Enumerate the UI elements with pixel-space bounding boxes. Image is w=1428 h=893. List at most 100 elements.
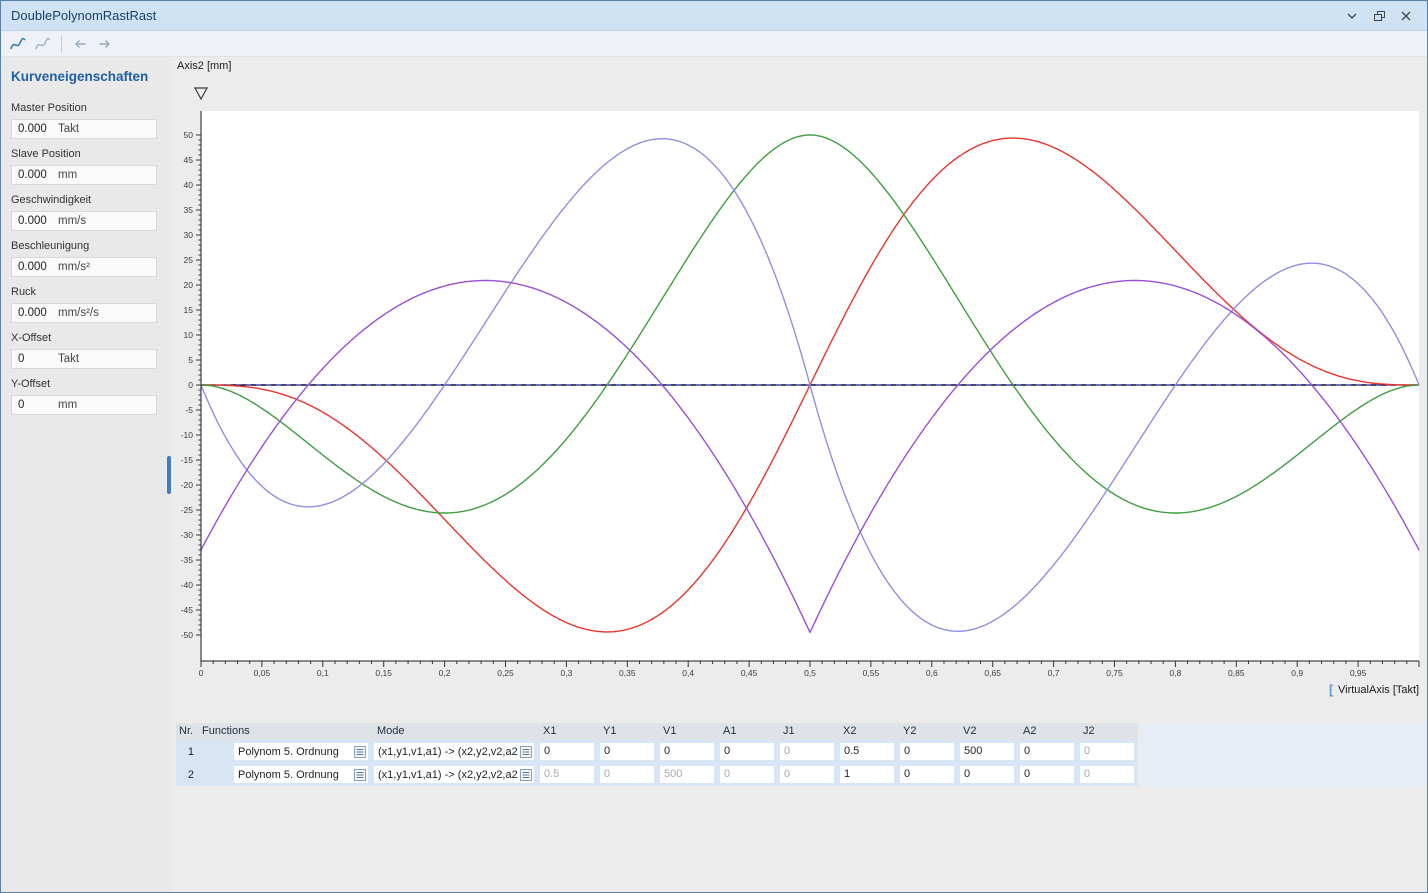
cam-chart: -50-45-40-35-30-25-20-15-10-505101520253… — [171, 57, 1428, 707]
master-position-input[interactable]: 0.000 Takt — [11, 119, 157, 139]
col-header-v2: V2 — [958, 723, 1018, 740]
slave-position-value: 0.000 — [18, 169, 52, 181]
row2-j2-input: 0 — [1080, 766, 1134, 783]
slave-position-label: Slave Position — [11, 148, 163, 160]
row1-v1-input[interactable]: 0 — [660, 743, 714, 760]
row1-y1-input[interactable]: 0 — [600, 743, 654, 760]
row1-a2-input[interactable]: 0 — [1020, 743, 1074, 760]
segments-table: Nr. Functions Mode X1 Y1 V1 A1 J1 X2 Y2 … — [176, 723, 1426, 786]
curve-tool-1-button[interactable] — [7, 33, 29, 55]
y-axis-title: Axis2 [mm] — [177, 60, 231, 72]
x-tick-label: 0,75 — [1106, 668, 1123, 678]
y-tick-label: -5 — [185, 405, 193, 415]
col-header-y2: Y2 — [898, 723, 958, 740]
velocity-label: Geschwindigkeit — [11, 194, 163, 206]
row2-v2-input[interactable]: 0 — [960, 766, 1014, 783]
y-tick-label: 35 — [184, 205, 194, 215]
row2-nr: 2 — [176, 763, 200, 786]
field-acceleration: Beschleunigung 0.000 mm/s² — [11, 240, 163, 277]
y-tick-label: 10 — [184, 330, 194, 340]
field-x-offset: X-Offset 0 Takt — [11, 332, 163, 369]
slave-position-unit: mm — [58, 169, 77, 181]
splitter-handle[interactable] — [167, 456, 171, 494]
y-offset-input[interactable]: 0 mm — [11, 395, 157, 415]
row1-v2-input[interactable]: 500 — [960, 743, 1014, 760]
x-tick-label: 0,65 — [984, 668, 1001, 678]
velocity-unit: mm/s — [58, 215, 86, 227]
col-header-x2: X2 — [838, 723, 898, 740]
row1-a1-input[interactable]: 0 — [720, 743, 774, 760]
jerk-unit: mm/s²/s — [58, 307, 99, 319]
field-master-position: Master Position 0.000 Takt — [11, 102, 163, 139]
y-tick-label: 25 — [184, 255, 194, 265]
restore-button[interactable] — [1368, 5, 1390, 27]
y-tick-label: 15 — [184, 305, 194, 315]
col-header-a2: A2 — [1018, 723, 1078, 740]
expand-icon[interactable] — [520, 769, 532, 781]
velocity-value: 0.000 — [18, 215, 52, 227]
col-header-j1: J1 — [778, 723, 838, 740]
row1-mode-select[interactable]: (x1,y1,v1,a1) -> (x2,y2,v2,a2 — [374, 743, 534, 760]
x-tick-label: 0,15 — [375, 668, 392, 678]
x-tick-label: 0 — [199, 668, 204, 678]
close-icon — [1401, 11, 1411, 21]
x-tick-label: 0,55 — [863, 668, 880, 678]
toolbar-separator — [61, 36, 62, 52]
x-tick-label: 0,6 — [926, 668, 938, 678]
master-position-marker[interactable] — [195, 88, 207, 99]
back-button[interactable] — [69, 33, 91, 55]
function-name: Polynom 5. Ordnung — [238, 769, 354, 781]
field-slave-position: Slave Position 0.000 mm — [11, 148, 163, 185]
mode-name: (x1,y1,v1,a1) -> (x2,y2,v2,a2 — [378, 746, 520, 758]
row2-j1-input: 0 — [780, 766, 834, 783]
x-offset-unit: Takt — [58, 353, 79, 365]
slave-position-input[interactable]: 0.000 mm — [11, 165, 157, 185]
row2-mode-select[interactable]: (x1,y1,v1,a1) -> (x2,y2,v2,a2 — [374, 766, 534, 783]
window-controls — [1341, 5, 1417, 27]
x-tick-label: 0,5 — [804, 668, 816, 678]
x-tick-label: 0,9 — [1291, 668, 1303, 678]
x-tick-label: 0,85 — [1228, 668, 1245, 678]
expand-icon[interactable] — [520, 746, 532, 758]
row2-x2-input[interactable]: 1 — [840, 766, 894, 783]
row1-y2-input[interactable]: 0 — [900, 743, 954, 760]
y-tick-label: -20 — [181, 480, 194, 490]
toolbar — [1, 31, 1427, 57]
window-title: DoublePolynomRastRast — [11, 8, 156, 23]
forward-button[interactable] — [94, 33, 116, 55]
x-tick-label: 0,8 — [1169, 668, 1181, 678]
curve-icon-disabled — [35, 37, 51, 51]
row1-functions-cell: Polynom 5. Ordnung — [200, 740, 372, 763]
row2-a2-input[interactable]: 0 — [1020, 766, 1074, 783]
velocity-input[interactable]: 0.000 mm/s — [11, 211, 157, 231]
curve-properties-panel: Kurveneigenschaften Master Position 0.00… — [1, 57, 171, 892]
expand-icon[interactable] — [354, 746, 366, 758]
row1-function-select[interactable]: Polynom 5. Ordnung — [234, 743, 368, 760]
col-header-j2: J2 — [1078, 723, 1138, 740]
collapse-button[interactable] — [1341, 5, 1363, 27]
row1-x2-input[interactable]: 0.5 — [840, 743, 894, 760]
row2-function-select[interactable]: Polynom 5. Ordnung — [234, 766, 368, 783]
jerk-input[interactable]: 0.000 mm/s²/s — [11, 303, 157, 323]
chevron-down-icon — [1347, 13, 1357, 19]
row2-y2-input[interactable]: 0 — [900, 766, 954, 783]
row1-x1-input[interactable]: 0 — [540, 743, 594, 760]
x-offset-value: 0 — [18, 353, 52, 365]
y-offset-unit: mm — [58, 399, 77, 411]
row2-mode-cell: (x1,y1,v1,a1) -> (x2,y2,v2,a2 — [372, 763, 538, 786]
acceleration-input[interactable]: 0.000 mm/s² — [11, 257, 157, 277]
col-header-x1: X1 — [538, 723, 598, 740]
curve-tool-2-button[interactable] — [32, 33, 54, 55]
curve-icon — [10, 37, 26, 51]
x-tick-label: 0,4 — [682, 668, 694, 678]
y-tick-label: 40 — [184, 180, 194, 190]
close-button[interactable] — [1395, 5, 1417, 27]
x-tick-label: 0,95 — [1350, 668, 1367, 678]
field-y-offset: Y-Offset 0 mm — [11, 378, 163, 415]
x-offset-input[interactable]: 0 Takt — [11, 349, 157, 369]
expand-icon[interactable] — [354, 769, 366, 781]
arrow-left-icon — [73, 38, 87, 50]
y-tick-label: -25 — [181, 505, 194, 515]
app-window: DoublePolynomRastRast — [0, 0, 1428, 893]
col-header-nr: Nr. — [176, 723, 200, 740]
